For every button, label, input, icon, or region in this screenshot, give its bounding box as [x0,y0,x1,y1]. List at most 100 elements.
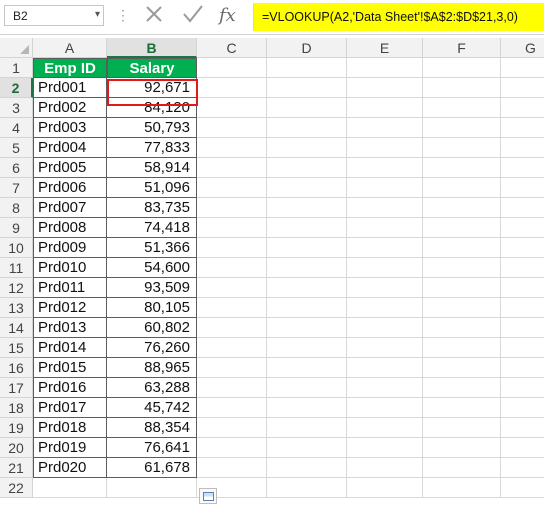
cell-c10[interactable] [197,238,267,258]
cell-f8[interactable] [423,198,501,218]
chevron-down-icon[interactable]: ▾ [95,9,100,20]
column-header-g[interactable]: G [501,38,544,58]
salary-cell[interactable]: 88,965 [107,358,197,378]
emp-id-cell[interactable]: Prd017 [33,398,107,418]
cell-g10[interactable] [501,238,544,258]
cell-f3[interactable] [423,98,501,118]
cell-e9[interactable] [347,218,423,238]
column-header-c[interactable]: C [197,38,267,58]
cell-g19[interactable] [501,418,544,438]
cell-c15[interactable] [197,338,267,358]
cell-g6[interactable] [501,158,544,178]
salary-cell[interactable]: 84,120 [107,98,197,118]
cell-d10[interactable] [267,238,347,258]
row-header-18[interactable]: 18 [0,398,33,418]
cell-e11[interactable] [347,258,423,278]
cell-c9[interactable] [197,218,267,238]
emp-id-cell[interactable]: Prd002 [33,98,107,118]
row-header-5[interactable]: 5 [0,138,33,158]
row-header-8[interactable]: 8 [0,198,33,218]
cell-f10[interactable] [423,238,501,258]
column-header-a[interactable]: A [33,38,107,58]
quick-analysis-icon[interactable] [199,488,217,504]
cell-e17[interactable] [347,378,423,398]
cell-g13[interactable] [501,298,544,318]
cell-d18[interactable] [267,398,347,418]
cell-e2[interactable] [347,78,423,98]
cell-f12[interactable] [423,278,501,298]
salary-cell[interactable]: 60,802 [107,318,197,338]
cell-f5[interactable] [423,138,501,158]
cell-e22[interactable] [347,478,423,498]
emp-id-cell[interactable]: Prd008 [33,218,107,238]
column-header-b[interactable]: B [107,38,197,58]
cell-e12[interactable] [347,278,423,298]
salary-cell[interactable]: 51,366 [107,238,197,258]
row-header-1[interactable]: 1 [0,58,33,78]
emp-id-cell[interactable]: Prd011 [33,278,107,298]
cell-c12[interactable] [197,278,267,298]
cell-d3[interactable] [267,98,347,118]
salary-cell[interactable]: 45,742 [107,398,197,418]
emp-id-cell[interactable]: Prd020 [33,458,107,478]
cell-e20[interactable] [347,438,423,458]
cell-g11[interactable] [501,258,544,278]
cell-g14[interactable] [501,318,544,338]
emp-id-cell[interactable]: Prd010 [33,258,107,278]
row-header-15[interactable]: 15 [0,338,33,358]
cell-d7[interactable] [267,178,347,198]
emp-id-cell[interactable]: Prd007 [33,198,107,218]
cell-e3[interactable] [347,98,423,118]
cell-c2[interactable] [197,78,267,98]
salary-cell[interactable]: 93,509 [107,278,197,298]
cell-d12[interactable] [267,278,347,298]
row-header-7[interactable]: 7 [0,178,33,198]
cell-f21[interactable] [423,458,501,478]
emp-id-cell[interactable]: Prd003 [33,118,107,138]
cell-f18[interactable] [423,398,501,418]
emp-id-cell[interactable]: Prd005 [33,158,107,178]
cell-g22[interactable] [501,478,544,498]
salary-cell[interactable]: 80,105 [107,298,197,318]
cell-g16[interactable] [501,358,544,378]
row-header-20[interactable]: 20 [0,438,33,458]
cell-d4[interactable] [267,118,347,138]
insert-function-button[interactable]: fx [219,5,236,26]
cell-d19[interactable] [267,418,347,438]
cell-g9[interactable] [501,218,544,238]
cell-f11[interactable] [423,258,501,278]
cell-c14[interactable] [197,318,267,338]
salary-cell[interactable]: 88,354 [107,418,197,438]
cell-d16[interactable] [267,358,347,378]
cell-g18[interactable] [501,398,544,418]
row-header-22[interactable]: 22 [0,478,33,498]
checkmark-icon[interactable] [182,4,204,30]
row-header-12[interactable]: 12 [0,278,33,298]
row-header-11[interactable]: 11 [0,258,33,278]
cell-d8[interactable] [267,198,347,218]
cell-c18[interactable] [197,398,267,418]
cell-e7[interactable] [347,178,423,198]
cell-f14[interactable] [423,318,501,338]
cell-d2[interactable] [267,78,347,98]
cell-d11[interactable] [267,258,347,278]
column-header-e[interactable]: E [347,38,423,58]
cell-f6[interactable] [423,158,501,178]
cell-f2[interactable] [423,78,501,98]
cell-e21[interactable] [347,458,423,478]
cell-c5[interactable] [197,138,267,158]
cell-c4[interactable] [197,118,267,138]
cell-f13[interactable] [423,298,501,318]
emp-id-cell[interactable]: Prd009 [33,238,107,258]
close-icon[interactable] [144,4,164,30]
cell-c7[interactable] [197,178,267,198]
cell-c19[interactable] [197,418,267,438]
cell-d1[interactable] [267,58,347,78]
cell-e5[interactable] [347,138,423,158]
cell-f20[interactable] [423,438,501,458]
row-header-21[interactable]: 21 [0,458,33,478]
cell-c13[interactable] [197,298,267,318]
cell-f19[interactable] [423,418,501,438]
cell-g20[interactable] [501,438,544,458]
cell-d22[interactable] [267,478,347,498]
